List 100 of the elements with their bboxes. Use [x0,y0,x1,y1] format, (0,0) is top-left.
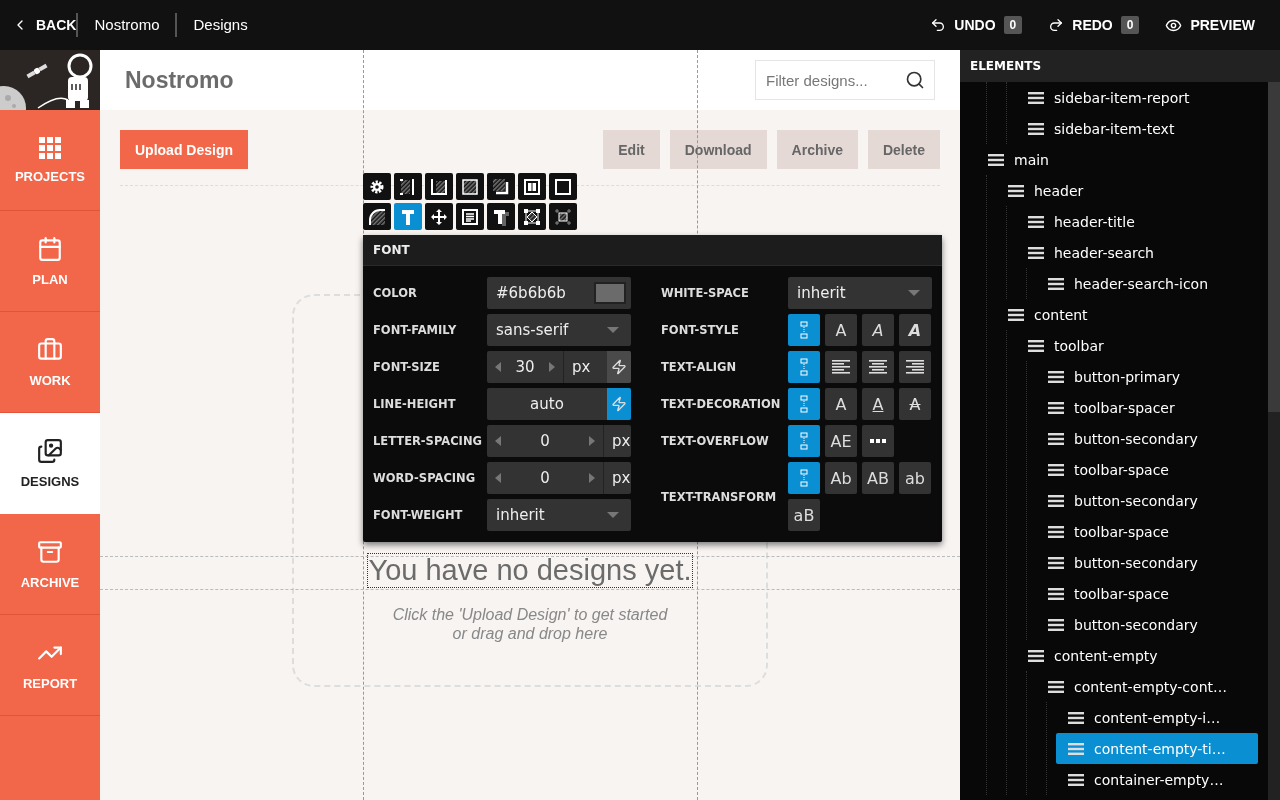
option-button[interactable] [825,351,857,383]
caret-down-icon[interactable] [908,290,920,296]
option-button[interactable]: AB [862,462,894,494]
tree-item[interactable]: sidebar-item-report [1016,82,1258,113]
empty-title: You have no designs yet. [368,554,692,587]
inherit-icon [800,469,808,487]
scrollbar[interactable] [1268,82,1280,800]
tree-item[interactable]: content-empty-i… [1056,702,1258,733]
style-tool-button[interactable] [425,203,453,230]
tree-item[interactable]: header-title [1016,206,1258,237]
breadcrumb-link[interactable]: Designs [175,13,264,37]
option-button[interactable]: A [862,388,894,420]
text-shadow-icon [492,207,510,226]
menu-icon [1048,680,1064,693]
toolbar-button[interactable]: Edit [603,130,660,169]
option-button[interactable]: A [899,314,931,346]
toolbar-button[interactable]: Download [669,130,767,169]
tree-item[interactable]: main [976,144,1258,175]
lightning-toggle[interactable] [607,351,631,383]
menu-icon [1048,556,1064,569]
caret-down-icon[interactable] [607,327,619,333]
number-field[interactable]: 0 px [487,425,631,457]
option-button[interactable]: A [899,388,931,420]
tree-item[interactable]: toolbar-space [1036,578,1258,609]
lightning-toggle[interactable] [607,388,631,420]
caret-down-icon[interactable] [607,512,619,518]
inherit-icon [800,395,808,413]
decrement-icon[interactable] [495,362,501,372]
menu-icon [1028,122,1044,135]
undo-button[interactable]: UNDO 0 [930,16,1023,34]
option-button[interactable]: aB [788,499,820,531]
tree-item[interactable]: button-secondary [1036,485,1258,516]
tree-item[interactable]: header [996,175,1258,206]
menu-icon [1068,711,1084,724]
option-button[interactable]: Ab [825,462,857,494]
tree-item[interactable]: toolbar-space [1036,454,1258,485]
tree-item[interactable]: button-secondary [1036,423,1258,454]
color-field[interactable]: #6b6b6b [487,277,631,309]
tree-item[interactable]: content-empty-cont… [1036,671,1258,702]
field-label: WORD-SPACING [373,471,477,485]
increment-icon[interactable] [549,362,555,372]
nav-item[interactable]: DESIGNS [0,413,100,514]
tree-item[interactable]: button-secondary [1036,547,1258,578]
style-tool-button[interactable] [487,173,515,200]
breadcrumb-link[interactable]: Nostromo [76,13,176,37]
menu-icon [1048,432,1064,445]
style-tool-button[interactable] [456,173,484,200]
tree-item[interactable]: header-search-icon [1036,268,1258,299]
style-tool-button[interactable] [363,203,391,230]
option-button[interactable]: AE [825,425,857,457]
tree-item[interactable]: content-empty [1016,640,1258,671]
preview-button[interactable]: PREVIEW [1165,16,1255,34]
menu-icon [1048,277,1064,290]
inherit-icon [800,321,808,339]
search-icon [905,70,925,90]
select-field[interactable]: sans-serif [487,314,631,346]
style-tool-button[interactable] [487,203,515,230]
option-button[interactable] [862,351,894,383]
style-tool-button[interactable] [394,173,422,200]
tree-item[interactable]: toolbar [1016,330,1258,361]
tree-item[interactable]: toolbar-spacer [1036,392,1258,423]
option-button[interactable]: A [862,314,894,346]
toolbar-button[interactable]: Archive [776,130,858,169]
style-tool-button[interactable] [549,173,577,200]
option-button[interactable]: A [825,314,857,346]
select-field[interactable]: inherit [788,277,932,309]
select-field[interactable]: inherit [487,499,631,531]
style-tool-button[interactable] [518,173,546,200]
number-field[interactable]: 30 px [487,351,631,383]
text-icon [399,207,417,226]
tree-item[interactable]: toolbar-space [1036,516,1258,547]
tree-item[interactable]: container-empty… [1056,764,1258,795]
menu-icon [1048,370,1064,383]
redo-button[interactable]: REDO 0 [1048,16,1140,34]
tree-item[interactable]: content-empty-ti… [1056,733,1258,764]
calendar-icon [37,235,63,262]
style-tool-button[interactable] [549,203,577,230]
number-field[interactable]: 0 px [487,462,631,494]
increment-icon[interactable] [589,436,595,446]
option-button[interactable] [862,425,894,457]
search-field[interactable]: Filter designs... [755,60,935,100]
back-link[interactable]: BACK [12,17,77,33]
toolbar-button[interactable]: Delete [867,130,940,169]
tree-item[interactable]: content [996,299,1258,330]
tree-item[interactable]: sidebar-item-text [1016,113,1258,144]
style-tool-button[interactable] [456,203,484,230]
style-tool-button[interactable] [363,173,391,200]
increment-icon[interactable] [589,473,595,483]
color-swatch[interactable] [594,282,626,304]
option-button[interactable] [899,351,931,383]
tree-item[interactable]: button-primary [1036,361,1258,392]
tree-item[interactable]: button-secondary [1036,609,1258,640]
option-button[interactable]: ab [899,462,931,494]
decrement-icon[interactable] [495,473,501,483]
decrement-icon[interactable] [495,436,501,446]
style-tool-button[interactable] [518,203,546,230]
tree-item[interactable]: header-search [1016,237,1258,268]
style-tool-button[interactable] [425,173,453,200]
option-button[interactable]: A [825,388,857,420]
number-field[interactable]: auto [487,388,631,420]
